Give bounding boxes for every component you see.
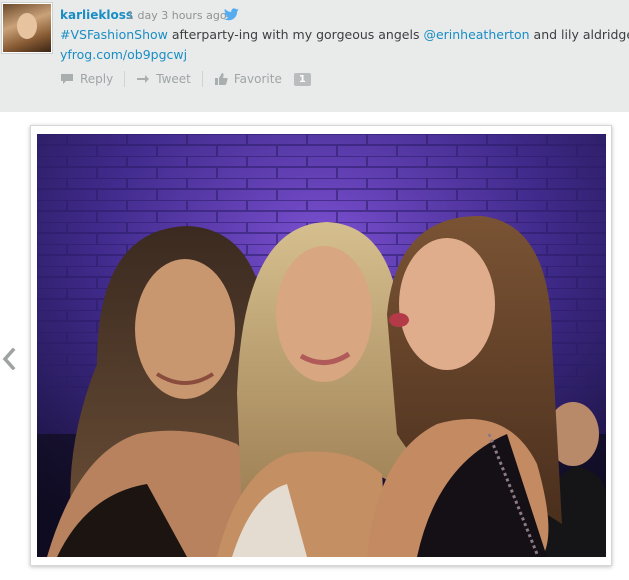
reply-button[interactable]: Reply (60, 72, 113, 86)
chevron-left-icon[interactable] (2, 348, 16, 370)
retweet-label: Tweet (156, 72, 191, 86)
reply-label: Reply (80, 72, 114, 86)
reply-icon (61, 74, 73, 84)
short-url-link[interactable]: yfrog.com/ob9pgcwj (60, 47, 187, 62)
tweet-timestamp[interactable]: 1 day 3 hours ago (127, 9, 227, 22)
photo-illustration (37, 134, 606, 557)
retweet-icon (137, 75, 150, 83)
hashtag-link[interactable]: #VSFashionShow (60, 27, 168, 42)
favorite-label: Favorite (233, 72, 282, 86)
tweet-text: #VSFashionShow afterparty-ing with my go… (60, 27, 629, 42)
tweet-text-part2: and lily aldridge (529, 27, 629, 42)
tweet-text-part1: afterparty-ing with my gorgeous angels (167, 27, 424, 42)
photo-frame (30, 125, 612, 566)
favorite-count-badge: 1 (293, 72, 311, 86)
tweet-actions: Reply Tweet Favorite 1 (60, 70, 311, 88)
mention-link[interactable]: @erinheatherton (423, 27, 529, 42)
avatar-face (17, 13, 37, 39)
favorite-button[interactable]: Favorite 1 (214, 72, 311, 86)
tweet-header: karliekloss 1 day 3 hours ago #VSFashion… (0, 0, 629, 112)
retweet-button[interactable]: Tweet (136, 72, 191, 86)
action-divider (124, 71, 126, 87)
thumbs-up-icon (214, 73, 228, 85)
username-link[interactable]: karliekloss (60, 8, 133, 22)
twitter-bird-icon (224, 8, 239, 21)
tweet-photo[interactable] (37, 134, 606, 557)
action-divider (201, 71, 203, 87)
user-avatar[interactable] (2, 3, 52, 53)
